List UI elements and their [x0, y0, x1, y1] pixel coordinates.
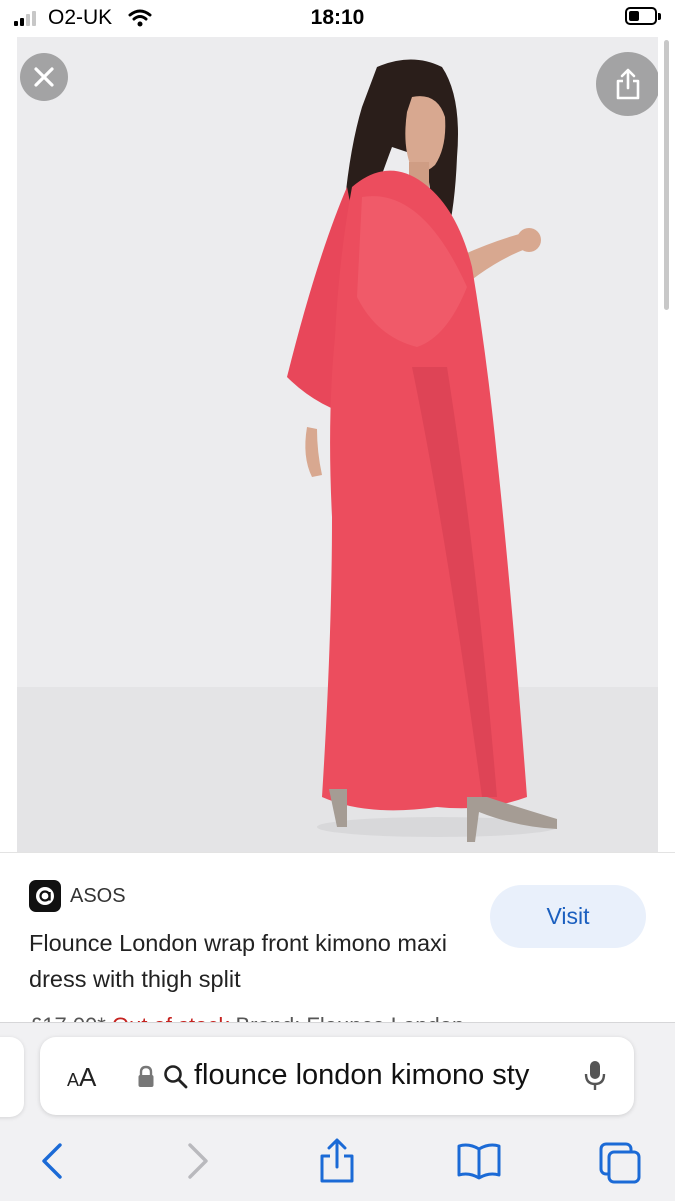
- previous-tab-preview[interactable]: [0, 1037, 24, 1117]
- visit-button[interactable]: Visit: [490, 885, 646, 948]
- share-icon[interactable]: [318, 1137, 356, 1185]
- asos-logo-icon: [29, 880, 61, 912]
- product-photo: [17, 37, 658, 852]
- battery-low-icon: [625, 7, 663, 27]
- product-image-viewer[interactable]: [17, 37, 658, 852]
- share-button[interactable]: [596, 52, 658, 116]
- tabs-icon[interactable]: [598, 1141, 642, 1185]
- lock-icon: [138, 1065, 154, 1087]
- search-icon: [164, 1065, 188, 1089]
- brand-name: ASOS: [70, 885, 126, 907]
- browser-toolbar: [0, 1133, 675, 1193]
- browser-bottom-bar: AA flounce london kimono sty: [0, 1022, 675, 1201]
- product-title[interactable]: Flounce London wrap front kimono maxi dr…: [29, 925, 469, 997]
- back-arrow-icon[interactable]: [38, 1141, 66, 1181]
- product-info-card: ASOS Flounce London wrap front kimono ma…: [0, 852, 675, 1023]
- close-icon: [34, 67, 54, 87]
- address-bar[interactable]: AA flounce london kimono sty: [40, 1037, 634, 1115]
- close-button[interactable]: [20, 53, 68, 101]
- microphone-icon[interactable]: [584, 1059, 606, 1093]
- url-text: flounce london kimono sty: [194, 1059, 530, 1091]
- clock: 18:10: [310, 6, 365, 29]
- forward-arrow-icon[interactable]: [184, 1141, 212, 1181]
- reader-settings-button[interactable]: AA: [67, 1062, 96, 1093]
- scroll-indicator[interactable]: [664, 40, 669, 310]
- status-bar: O2-UK 18:10: [0, 0, 675, 36]
- share-icon: [616, 68, 640, 100]
- bookmarks-icon[interactable]: [456, 1141, 502, 1181]
